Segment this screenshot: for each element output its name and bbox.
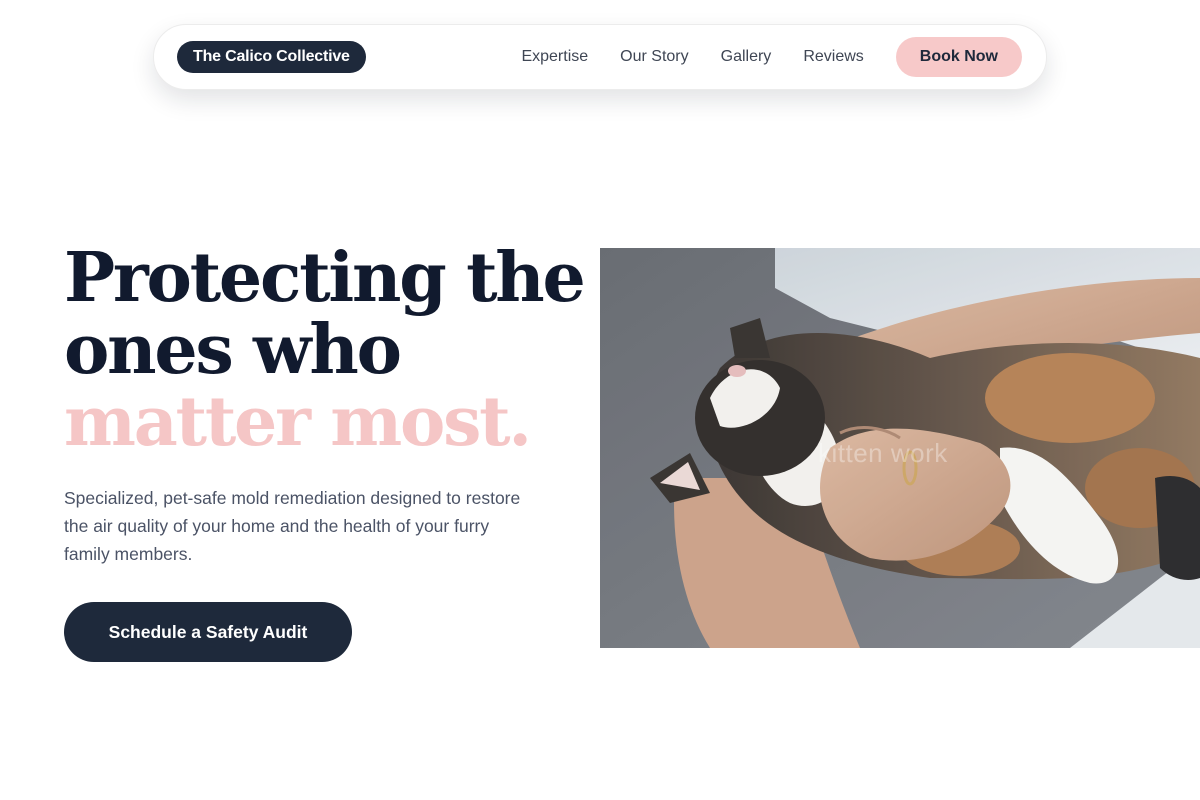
nav-links: Expertise Our Story Gallery Reviews Book… bbox=[521, 37, 1022, 77]
nav-link-our-story[interactable]: Our Story bbox=[620, 48, 688, 66]
brand-logo[interactable]: The Calico Collective bbox=[177, 41, 366, 73]
page: The Calico Collective Expertise Our Stor… bbox=[0, 0, 1200, 800]
schedule-audit-button[interactable]: Schedule a Safety Audit bbox=[64, 602, 352, 662]
hero-cat-photo: kitten work bbox=[600, 248, 1200, 648]
hero-headline: Protecting the ones who matter most. bbox=[64, 238, 586, 462]
image-watermark: kitten work bbox=[818, 438, 948, 468]
nav-link-reviews[interactable]: Reviews bbox=[803, 48, 863, 66]
nav-link-expertise[interactable]: Expertise bbox=[521, 48, 588, 66]
hero-text: Protecting the ones who matter most. Spe… bbox=[64, 238, 586, 662]
hero-subtext: Specialized, pet-safe mold remediation d… bbox=[64, 488, 521, 564]
headline-accent: matter most. bbox=[64, 382, 532, 462]
book-now-button[interactable]: Book Now bbox=[895, 37, 1022, 77]
nav-link-gallery[interactable]: Gallery bbox=[721, 48, 772, 66]
top-navigation: The Calico Collective Expertise Our Stor… bbox=[153, 24, 1047, 90]
headline-line-1: Protecting the bbox=[64, 238, 586, 318]
headline-line-2: ones who bbox=[64, 310, 402, 390]
